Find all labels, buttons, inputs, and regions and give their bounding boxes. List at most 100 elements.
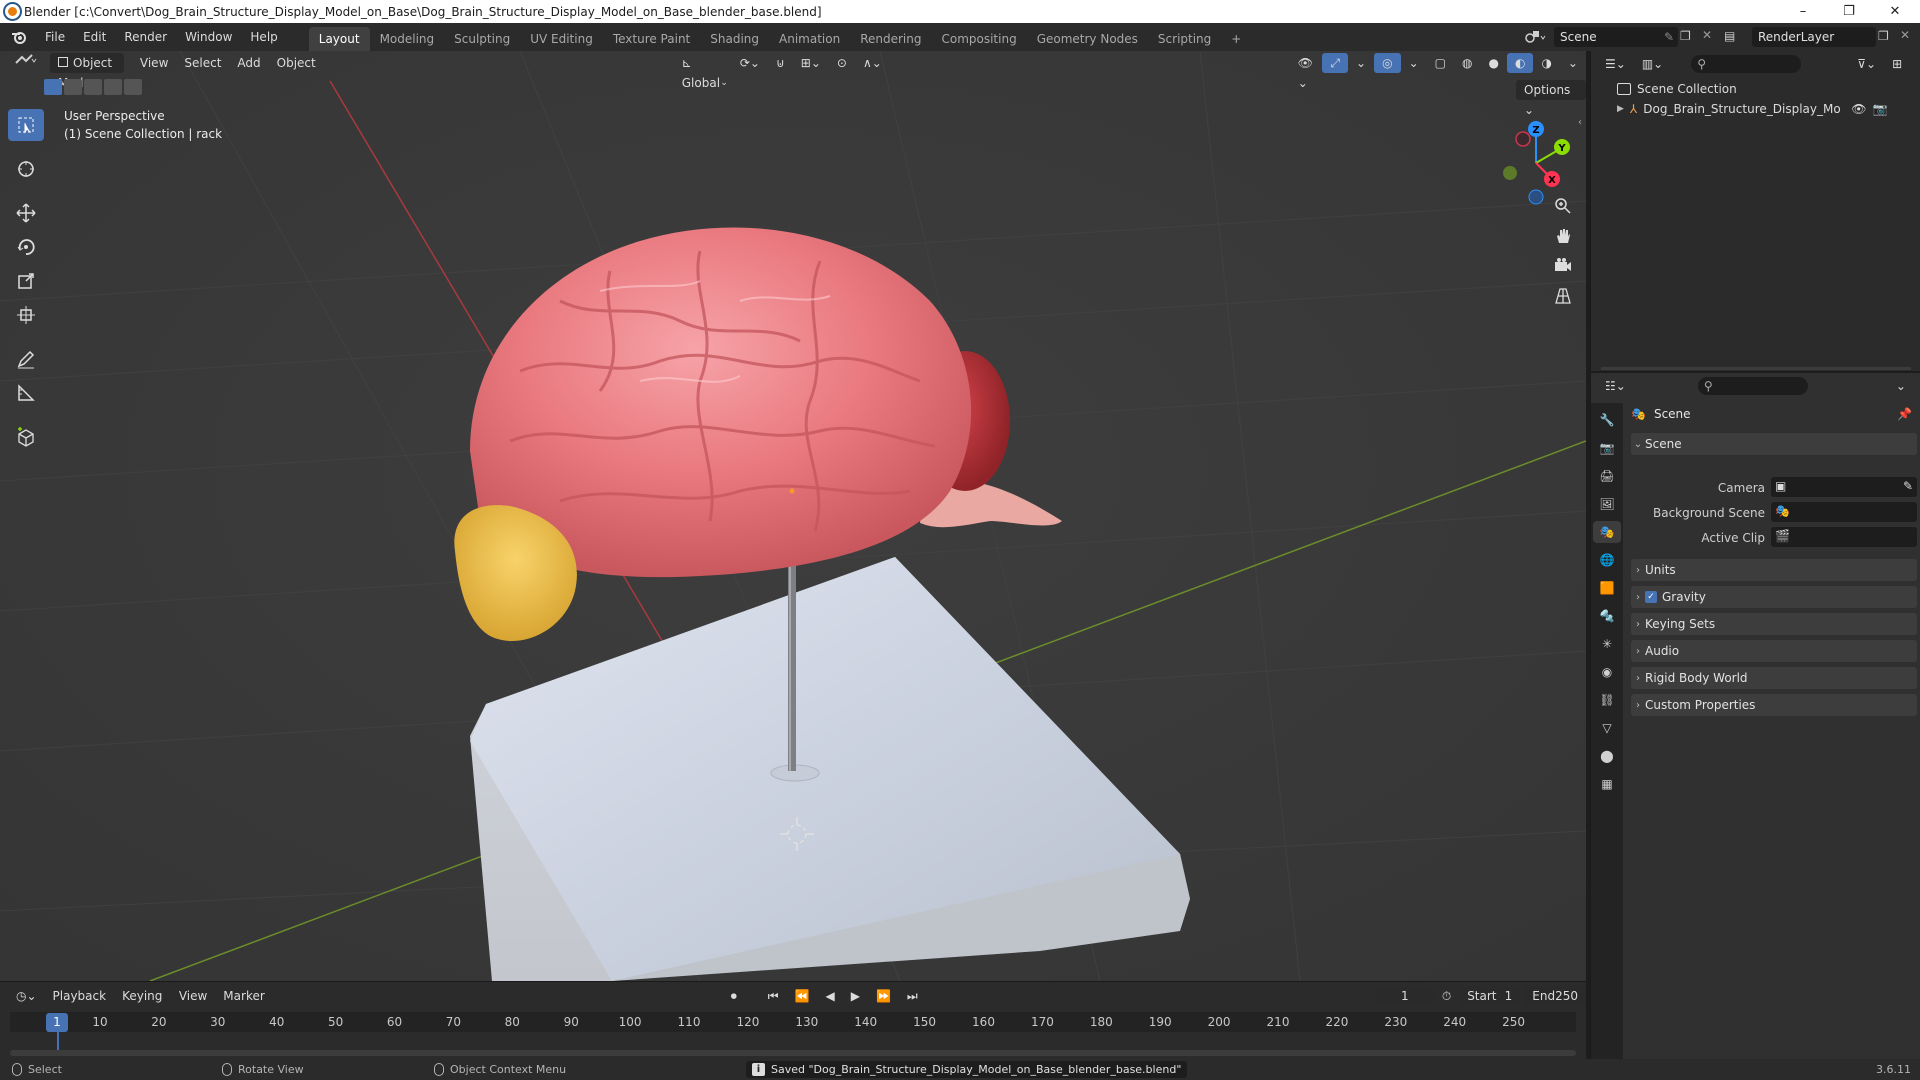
gizmo-neg-x[interactable] — [1515, 131, 1531, 147]
zoom-icon[interactable] — [1550, 193, 1576, 219]
select-box-tool[interactable] — [8, 109, 44, 141]
gizmo-neg-y[interactable] — [1503, 166, 1517, 180]
transform-tool[interactable] — [8, 299, 44, 331]
pan-hand-icon[interactable] — [1550, 223, 1576, 249]
snap-target-icon[interactable]: ⊞⌄ — [793, 53, 829, 73]
modifier-tab-icon[interactable]: 🔩 — [1593, 605, 1621, 627]
play-icon[interactable]: ▶ — [843, 986, 868, 1006]
gravity-panel-header[interactable]: › ✓ Gravity — [1631, 586, 1917, 608]
workspace-tab-shading[interactable]: Shading — [700, 27, 769, 51]
record-icon[interactable]: ⏺ ⌄ — [723, 986, 754, 1023]
background-scene-field[interactable]: 🎭 — [1771, 502, 1917, 522]
outliner-scrollbar[interactable] — [1601, 367, 1911, 370]
menu-window[interactable]: Window — [176, 23, 241, 51]
render-tab-icon[interactable]: 📷 — [1593, 437, 1621, 459]
playhead[interactable]: 1 — [46, 1013, 68, 1032]
jump-keyframe-forward-icon[interactable]: ⏩ — [868, 986, 899, 1006]
constraints-tab-icon[interactable]: ⛓ — [1593, 689, 1621, 711]
visibility-icon[interactable]: 👁⌄ — [1290, 53, 1323, 90]
select-intersect-icon[interactable] — [124, 79, 142, 95]
select-new-icon[interactable] — [44, 79, 62, 95]
eye-icon[interactable]: 👁 — [1851, 102, 1866, 116]
object-tab-icon[interactable]: 🟧 — [1593, 577, 1621, 599]
workspace-tab-modeling[interactable]: Modeling — [370, 27, 445, 51]
delete-view-layer-icon[interactable]: ✕ — [1900, 28, 1910, 42]
pivot-point-icon[interactable]: ⟳⌄ — [732, 53, 768, 73]
properties-editor-type-icon[interactable]: ☷⌄ — [1597, 376, 1634, 396]
shading-material-icon[interactable]: ◐ — [1506, 53, 1534, 73]
scene-selector-icon[interactable] — [1524, 28, 1546, 49]
timeline-menu-marker[interactable]: Marker — [215, 986, 272, 1006]
workspace-tab-animation[interactable]: Animation — [769, 27, 850, 51]
move-tool[interactable] — [8, 197, 44, 229]
jump-end-icon[interactable]: ⏭ — [899, 986, 926, 1006]
xray-icon[interactable]: ▢ — [1427, 53, 1454, 73]
workspace-tab-rendering[interactable]: Rendering — [850, 27, 931, 51]
minimize-button[interactable]: – — [1780, 0, 1826, 23]
data-tab-icon[interactable]: ▽ — [1593, 717, 1621, 739]
timeline-editor-type-icon[interactable]: ◷⌄ — [8, 986, 45, 1006]
units-panel-header[interactable]: › Units — [1631, 559, 1917, 581]
eyedropper-icon[interactable]: ✎ — [1903, 479, 1913, 493]
camera-field[interactable]: ▣ ✎ — [1771, 477, 1917, 497]
workspace-tab-layout[interactable]: Layout — [308, 26, 370, 51]
physics-tab-icon[interactable]: ◉ — [1593, 661, 1621, 683]
select-extend-icon[interactable] — [64, 79, 82, 95]
new-scene-icon[interactable]: ❐ — [1680, 29, 1691, 43]
jump-start-icon[interactable]: ⏮ — [760, 986, 787, 1006]
viewport-menu-view[interactable]: View — [132, 53, 176, 73]
delete-scene-icon[interactable]: ✕ — [1702, 28, 1712, 42]
snap-icon[interactable]: ⊍ — [768, 53, 793, 73]
scale-tool[interactable] — [8, 265, 44, 297]
outliner-scene-collection[interactable]: Scene Collection — [1591, 79, 1920, 99]
new-view-layer-icon[interactable]: ❐ — [1878, 29, 1889, 43]
camera-render-icon[interactable]: 📷 — [1873, 102, 1888, 116]
particles-tab-icon[interactable]: ✳ — [1593, 633, 1621, 655]
mode-selector[interactable]: Object Mode ⌄ — [50, 53, 124, 90]
scene-name-field[interactable]: Scene ✎ — [1554, 27, 1678, 47]
menu-help[interactable]: Help — [241, 23, 286, 51]
close-button[interactable]: ✕ — [1872, 0, 1918, 23]
keying-sets-panel-header[interactable]: › Keying Sets — [1631, 613, 1917, 635]
viewport-menu-add[interactable]: Add — [229, 53, 268, 73]
camera-view-icon[interactable] — [1550, 253, 1576, 279]
current-frame-field[interactable]: 1 — [1375, 985, 1434, 1006]
overlay-toggle-icon[interactable]: ◎ — [1374, 53, 1401, 73]
properties-options-icon[interactable]: ⌄ — [1888, 376, 1914, 396]
transform-orientation-selector[interactable]: ⊾ Global ⌄ — [674, 53, 732, 90]
proportional-edit-icon[interactable]: ⊙ — [829, 53, 855, 73]
workspace-tab-sculpting[interactable]: Sculpting — [444, 27, 520, 51]
preview-range-icon[interactable]: ⏱ — [1434, 986, 1459, 1006]
timeline-scrollbar[interactable] — [10, 1050, 1576, 1056]
blender-menu-icon[interactable] — [10, 28, 28, 46]
material-tab-icon[interactable]: ⬤ — [1593, 745, 1621, 767]
3d-viewport[interactable]: Object Mode ⌄ View Select Add Object ⊾ G… — [0, 51, 1586, 981]
rotate-tool[interactable] — [8, 231, 44, 263]
audio-panel-header[interactable]: › Audio — [1631, 640, 1917, 662]
menu-edit[interactable]: Edit — [74, 23, 115, 51]
scene-tab-icon[interactable]: 🎭 — [1593, 521, 1621, 543]
tool-tab-icon[interactable]: 🔧 — [1593, 409, 1621, 431]
expand-arrow-icon[interactable]: ▶ — [1617, 104, 1624, 114]
properties-search-input[interactable]: ⚲ — [1697, 377, 1808, 395]
rigid-body-world-panel-header[interactable]: › Rigid Body World — [1631, 667, 1917, 689]
start-frame-field[interactable]: Start 1 — [1459, 985, 1521, 1006]
workspace-tab-uv-editing[interactable]: UV Editing — [520, 27, 603, 51]
outliner-editor-type-icon[interactable]: ☰⌄ — [1597, 54, 1634, 74]
shading-rendered-icon[interactable]: ◑ — [1533, 53, 1559, 73]
custom-properties-panel-header[interactable]: › Custom Properties — [1631, 694, 1917, 716]
gizmo-neg-z[interactable] — [1528, 189, 1544, 205]
shading-menu-icon[interactable]: ⌄ — [1560, 53, 1586, 73]
menu-render[interactable]: Render — [115, 23, 176, 51]
view-layer-field[interactable]: RenderLayer — [1752, 27, 1876, 47]
timeline-menu-keying[interactable]: Keying ⌄ — [114, 986, 171, 1023]
shading-wireframe-icon[interactable]: ◍ — [1454, 53, 1480, 73]
display-mode-icon[interactable]: ▥⌄ — [1634, 54, 1671, 74]
viewport-menu-object[interactable]: Object — [269, 53, 324, 73]
play-reverse-icon[interactable]: ◀ — [817, 986, 842, 1006]
view-layer-tab-icon[interactable]: 🖼 — [1593, 493, 1621, 515]
output-tab-icon[interactable]: 🖨 — [1593, 465, 1621, 487]
overlay-menu-icon[interactable]: ⌄ — [1401, 53, 1427, 73]
perspective-toggle-icon[interactable] — [1550, 283, 1576, 309]
cursor-tool[interactable] — [8, 153, 44, 185]
